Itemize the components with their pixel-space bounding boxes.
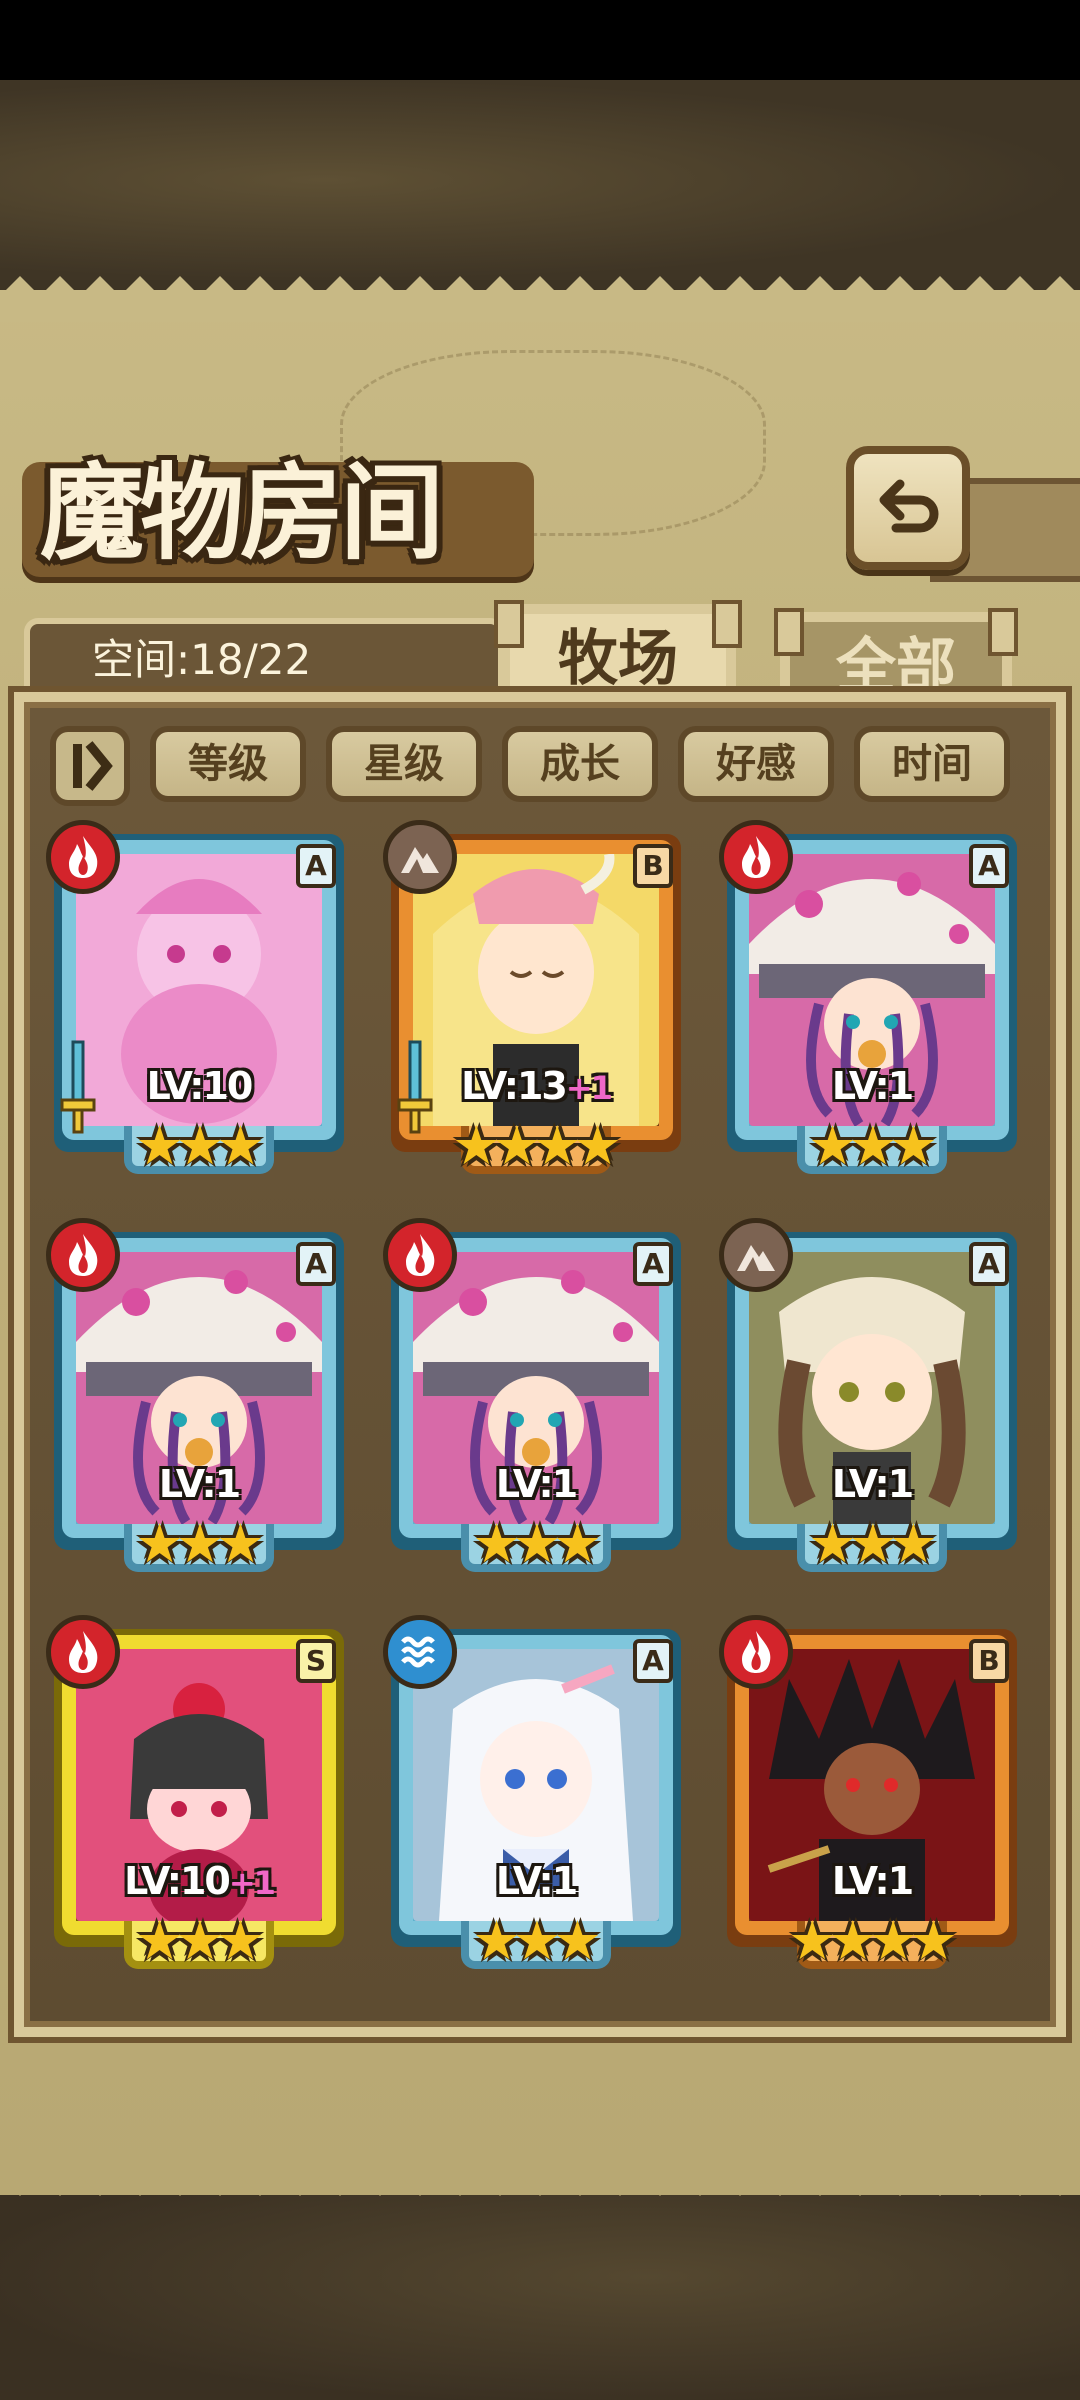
level-value: LV:13 bbox=[461, 1064, 568, 1108]
sort-level-button[interactable]: 等级 bbox=[150, 726, 306, 802]
level-bonus: +1 bbox=[228, 1864, 276, 1902]
monster-card[interactable]: A LV:10 ★★★ bbox=[46, 820, 346, 1180]
map-background-top bbox=[0, 80, 1080, 280]
sort-star-button[interactable]: 星级 bbox=[326, 726, 482, 802]
monster-card[interactable]: A LV:1 ★★★ bbox=[383, 1218, 683, 1578]
star-rating: ★★★★ bbox=[452, 1114, 622, 1177]
torn-edge-bottom bbox=[0, 2150, 1080, 2196]
fire-element-icon bbox=[46, 820, 120, 894]
capacity-label: 空间:18/22 bbox=[92, 635, 312, 684]
level-value: LV:1 bbox=[831, 1462, 914, 1506]
rank-badge: A bbox=[633, 1242, 673, 1286]
sort-order-icon bbox=[73, 741, 113, 791]
tab-post bbox=[712, 600, 742, 648]
rank-badge: A bbox=[969, 844, 1009, 888]
monster-card[interactable]: B LV:13+1 ★★★★ bbox=[383, 820, 683, 1180]
level-value: LV:10 bbox=[146, 1064, 254, 1108]
star-rating: ★★★ bbox=[808, 1512, 937, 1575]
monster-card[interactable]: B LV:1 ★★★★ bbox=[719, 1615, 1019, 1975]
level-value: LV:1 bbox=[495, 1462, 578, 1506]
rank-badge: B bbox=[633, 844, 673, 888]
earth-element-icon bbox=[383, 820, 457, 894]
level-label: LV:1 bbox=[749, 1462, 995, 1506]
level-label: LV:13+1 bbox=[413, 1064, 659, 1108]
page-title: 魔物房间 bbox=[40, 451, 444, 574]
monster-card[interactable]: A LV:1 ★★★ bbox=[719, 1218, 1019, 1578]
monster-card[interactable]: S LV:10+1 ★★★ bbox=[46, 1615, 346, 1975]
rank-badge: A bbox=[969, 1242, 1009, 1286]
monster-card[interactable]: A LV:1 ★★★ bbox=[46, 1218, 346, 1578]
star-rating: ★★★ bbox=[472, 1512, 601, 1575]
level-label: LV:10+1 bbox=[76, 1859, 322, 1903]
rank-badge: B bbox=[969, 1639, 1009, 1683]
fire-element-icon bbox=[46, 1615, 120, 1689]
status-bar bbox=[0, 0, 1080, 80]
sort-order-toggle[interactable] bbox=[50, 726, 130, 806]
rank-badge: A bbox=[296, 1242, 336, 1286]
return-arrow-icon bbox=[879, 479, 939, 533]
sort-time-button[interactable]: 时间 bbox=[854, 726, 1010, 802]
level-bonus: +1 bbox=[565, 1069, 613, 1107]
fire-element-icon bbox=[383, 1218, 457, 1292]
rank-badge: A bbox=[633, 1639, 673, 1683]
level-label: LV:1 bbox=[749, 1064, 995, 1108]
star-rating: ★★★ bbox=[135, 1512, 264, 1575]
torn-edge-top bbox=[0, 276, 1080, 322]
fire-element-icon bbox=[719, 1615, 793, 1689]
monster-card[interactable]: A LV:1 ★★★ bbox=[383, 1615, 683, 1975]
rank-badge: A bbox=[296, 844, 336, 888]
map-background-bottom bbox=[0, 2195, 1080, 2400]
level-value: LV:1 bbox=[158, 1462, 241, 1506]
water-element-icon bbox=[383, 1615, 457, 1689]
rank-badge: S bbox=[296, 1639, 336, 1683]
tab-post bbox=[988, 608, 1018, 656]
level-label: LV:1 bbox=[749, 1859, 995, 1903]
back-button[interactable] bbox=[846, 446, 970, 570]
level-label: LV:10 bbox=[76, 1064, 322, 1108]
level-value: LV:1 bbox=[831, 1859, 914, 1903]
star-rating: ★★★ bbox=[135, 1909, 264, 1972]
earth-element-icon bbox=[719, 1218, 793, 1292]
level-label: LV:1 bbox=[76, 1462, 322, 1506]
sort-affection-button[interactable]: 好感 bbox=[678, 726, 834, 802]
star-rating: ★★★ bbox=[135, 1114, 264, 1177]
star-rating: ★★★★ bbox=[788, 1909, 958, 1972]
sort-growth-button[interactable]: 成长 bbox=[502, 726, 658, 802]
tab-post bbox=[774, 608, 804, 656]
level-value: LV:10 bbox=[124, 1859, 231, 1903]
star-rating: ★★★ bbox=[472, 1909, 601, 1972]
fire-element-icon bbox=[719, 820, 793, 894]
star-rating: ★★★ bbox=[808, 1114, 937, 1177]
level-value: LV:1 bbox=[495, 1859, 578, 1903]
level-label: LV:1 bbox=[413, 1859, 659, 1903]
tab-post bbox=[494, 600, 524, 648]
tab-ranch-label: 牧场 bbox=[558, 624, 678, 694]
fire-element-icon bbox=[46, 1218, 120, 1292]
level-label: LV:1 bbox=[413, 1462, 659, 1506]
tab-all[interactable]: 全部 bbox=[774, 608, 1018, 704]
level-value: LV:1 bbox=[831, 1064, 914, 1108]
monster-card[interactable]: A LV:1 ★★★ bbox=[719, 820, 1019, 1180]
